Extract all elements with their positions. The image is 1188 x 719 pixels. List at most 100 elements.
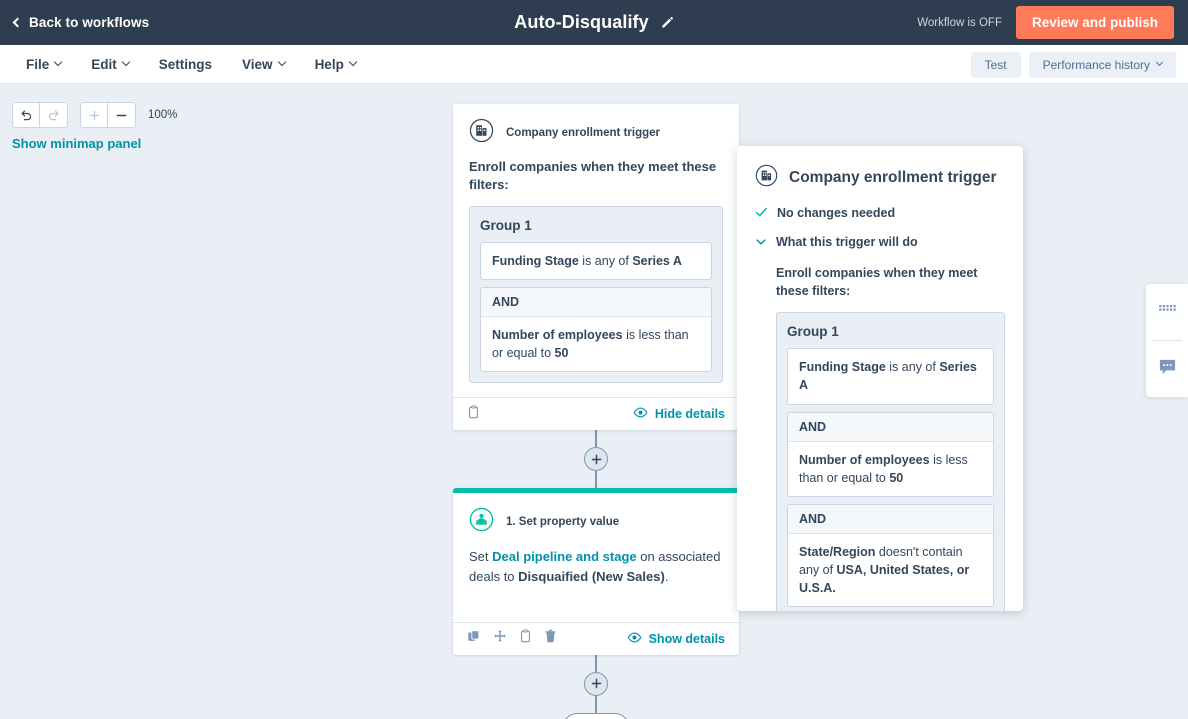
workflow-canvas[interactable]: 100% Show minimap panel Company enrollme… bbox=[0, 84, 1188, 719]
check-icon bbox=[755, 206, 768, 224]
trigger-card-header: Company enrollment trigger bbox=[453, 104, 739, 148]
redo-button[interactable] bbox=[40, 103, 67, 127]
popover-title: Company enrollment trigger bbox=[789, 169, 997, 186]
chevron-down-icon bbox=[121, 57, 131, 67]
connector-trigger-to-action bbox=[453, 430, 739, 489]
filter-property: Number of employees bbox=[799, 452, 930, 467]
popover-group-title: Group 1 bbox=[787, 324, 839, 340]
trigger-card-body: Enroll companies when they meet these fi… bbox=[453, 148, 739, 397]
performance-history-label: Performance history bbox=[1042, 57, 1150, 72]
add-step-button[interactable] bbox=[584, 447, 608, 472]
trigger-card-footer: Hide details bbox=[453, 397, 752, 430]
zoom-out-button[interactable] bbox=[108, 103, 135, 127]
clipboard-icon[interactable] bbox=[467, 405, 480, 424]
deal-pipeline-link[interactable]: Deal pipeline and stage bbox=[492, 549, 637, 564]
chat-bubble-icon bbox=[1158, 358, 1177, 381]
popover-status-row: No changes needed bbox=[755, 206, 1005, 224]
grid-dots-icon bbox=[1158, 303, 1176, 321]
popover-filter-text: Funding Stage is any of Series A bbox=[788, 349, 993, 403]
filter-property: Funding Stage bbox=[492, 253, 579, 268]
trigger-card-title: Company enrollment trigger bbox=[506, 127, 660, 139]
show-details-button[interactable]: Show details bbox=[627, 632, 725, 646]
right-rail bbox=[1146, 284, 1188, 397]
duplicate-icon[interactable] bbox=[467, 629, 481, 648]
test-button[interactable]: Test bbox=[970, 51, 1021, 78]
filter-operator: is any of bbox=[885, 360, 940, 375]
menu-item-view[interactable]: View bbox=[232, 51, 295, 78]
action-card-footer: Show details bbox=[453, 621, 739, 655]
clipboard-icon[interactable] bbox=[519, 629, 532, 648]
chevron-down-icon bbox=[348, 57, 358, 67]
workflow-flow: Company enrollment trigger Enroll compan… bbox=[453, 104, 752, 719]
filter-and-label: AND bbox=[481, 288, 711, 317]
filter-value: 50 bbox=[554, 346, 569, 361]
filter-operator: is any of bbox=[578, 253, 633, 268]
zoom-in-button[interactable] bbox=[81, 103, 108, 127]
menu-item-edit[interactable]: Edit bbox=[81, 51, 139, 78]
company-building-icon bbox=[755, 164, 778, 192]
performance-history-button[interactable]: Performance history bbox=[1028, 51, 1176, 78]
filter-property: Number of employees bbox=[492, 328, 623, 342]
review-and-publish-button[interactable]: Review and publish bbox=[1015, 6, 1174, 39]
trigger-filter-group: Group 1 Funding Stage is any of Series A… bbox=[469, 205, 723, 384]
chevron-down-icon bbox=[1155, 58, 1164, 67]
canvas-zoom-tools: 100% bbox=[12, 102, 177, 128]
end-node: END bbox=[562, 712, 630, 719]
trigger-filter-text: Funding Stage is any of Series A bbox=[481, 243, 711, 279]
trigger-group-title: Group 1 bbox=[480, 217, 532, 233]
add-step-button[interactable] bbox=[584, 671, 608, 696]
popover-description: Enroll companies when they meet these fi… bbox=[776, 266, 978, 299]
popover-header: Company enrollment trigger bbox=[755, 164, 1005, 192]
zoom-level-label: 100% bbox=[148, 109, 178, 121]
trigger-details-popover[interactable]: Company enrollment trigger No changes ne… bbox=[737, 146, 1023, 611]
popover-section-row[interactable]: What this trigger will do bbox=[755, 235, 1005, 253]
zoom-group bbox=[80, 102, 136, 128]
menu-item-help[interactable]: Help bbox=[305, 51, 366, 78]
menu-item-settings[interactable]: Settings bbox=[149, 51, 222, 78]
popover-status-label: No changes needed bbox=[777, 206, 896, 220]
action-card[interactable]: 1. Set property value Set Deal pipeline … bbox=[453, 488, 739, 655]
popover-filter-text: Number of employees is less than or equa… bbox=[788, 442, 993, 496]
show-details-label: Show details bbox=[648, 631, 725, 646]
connector-action-to-end: END bbox=[453, 654, 739, 719]
action-footer-icons bbox=[467, 629, 557, 648]
menu-item-file[interactable]: File bbox=[16, 51, 71, 78]
pencil-icon[interactable] bbox=[660, 16, 674, 30]
trigger-filter-row[interactable]: Funding Stage is any of Series A bbox=[480, 241, 712, 280]
menu-item-edit-label: Edit bbox=[91, 56, 117, 72]
trigger-footer-icons bbox=[467, 405, 480, 424]
move-icon[interactable] bbox=[493, 629, 507, 648]
undo-redo-group bbox=[12, 102, 68, 128]
filter-value: Series A bbox=[632, 253, 682, 268]
chevron-down-icon bbox=[755, 235, 767, 253]
rail-comments-button[interactable] bbox=[1146, 341, 1188, 397]
chevron-down-icon bbox=[277, 57, 286, 67]
menu-item-help-label: Help bbox=[314, 56, 344, 72]
back-to-workflows-link[interactable]: Back to workflows bbox=[12, 15, 149, 30]
test-button-label: Test bbox=[984, 57, 1007, 72]
show-minimap-panel-link[interactable]: Show minimap panel bbox=[12, 136, 141, 151]
popover-filter-text: State/Region doesn't contain any of USA,… bbox=[788, 534, 993, 606]
filter-and-label: AND bbox=[788, 412, 993, 442]
menu-item-view-label: View bbox=[242, 56, 273, 72]
undo-button[interactable] bbox=[13, 103, 40, 127]
action-card-description: Set Deal pipeline and stage on associate… bbox=[469, 547, 723, 587]
company-building-icon bbox=[469, 118, 494, 148]
action-desc-suffix: . bbox=[664, 569, 669, 585]
rail-grid-button[interactable] bbox=[1146, 284, 1188, 340]
filter-property: State/Region bbox=[799, 544, 876, 559]
page-title: Auto-Disqualify bbox=[514, 12, 649, 32]
contacts-people-icon bbox=[469, 507, 494, 537]
trigger-filter-row[interactable]: AND Number of employees is less than or … bbox=[480, 287, 712, 373]
chevron-left-icon bbox=[12, 17, 23, 28]
trigger-card[interactable]: Company enrollment trigger Enroll compan… bbox=[453, 104, 752, 431]
hide-details-button[interactable]: Hide details bbox=[633, 407, 725, 421]
topbar-actions: Workflow is OFF Review and publish bbox=[917, 0, 1174, 45]
filter-and-label: AND bbox=[788, 504, 993, 534]
trigger-filter-text: Number of employees is less than or equa… bbox=[481, 317, 711, 371]
top-bar: Back to workflows Auto-Disqualify Workfl… bbox=[0, 0, 1188, 45]
menu-item-file-label: File bbox=[26, 56, 50, 72]
delete-icon[interactable] bbox=[544, 629, 557, 648]
action-desc-value: Disquaified (New Sales) bbox=[518, 569, 665, 585]
popover-content: Company enrollment trigger No changes ne… bbox=[737, 146, 1023, 611]
